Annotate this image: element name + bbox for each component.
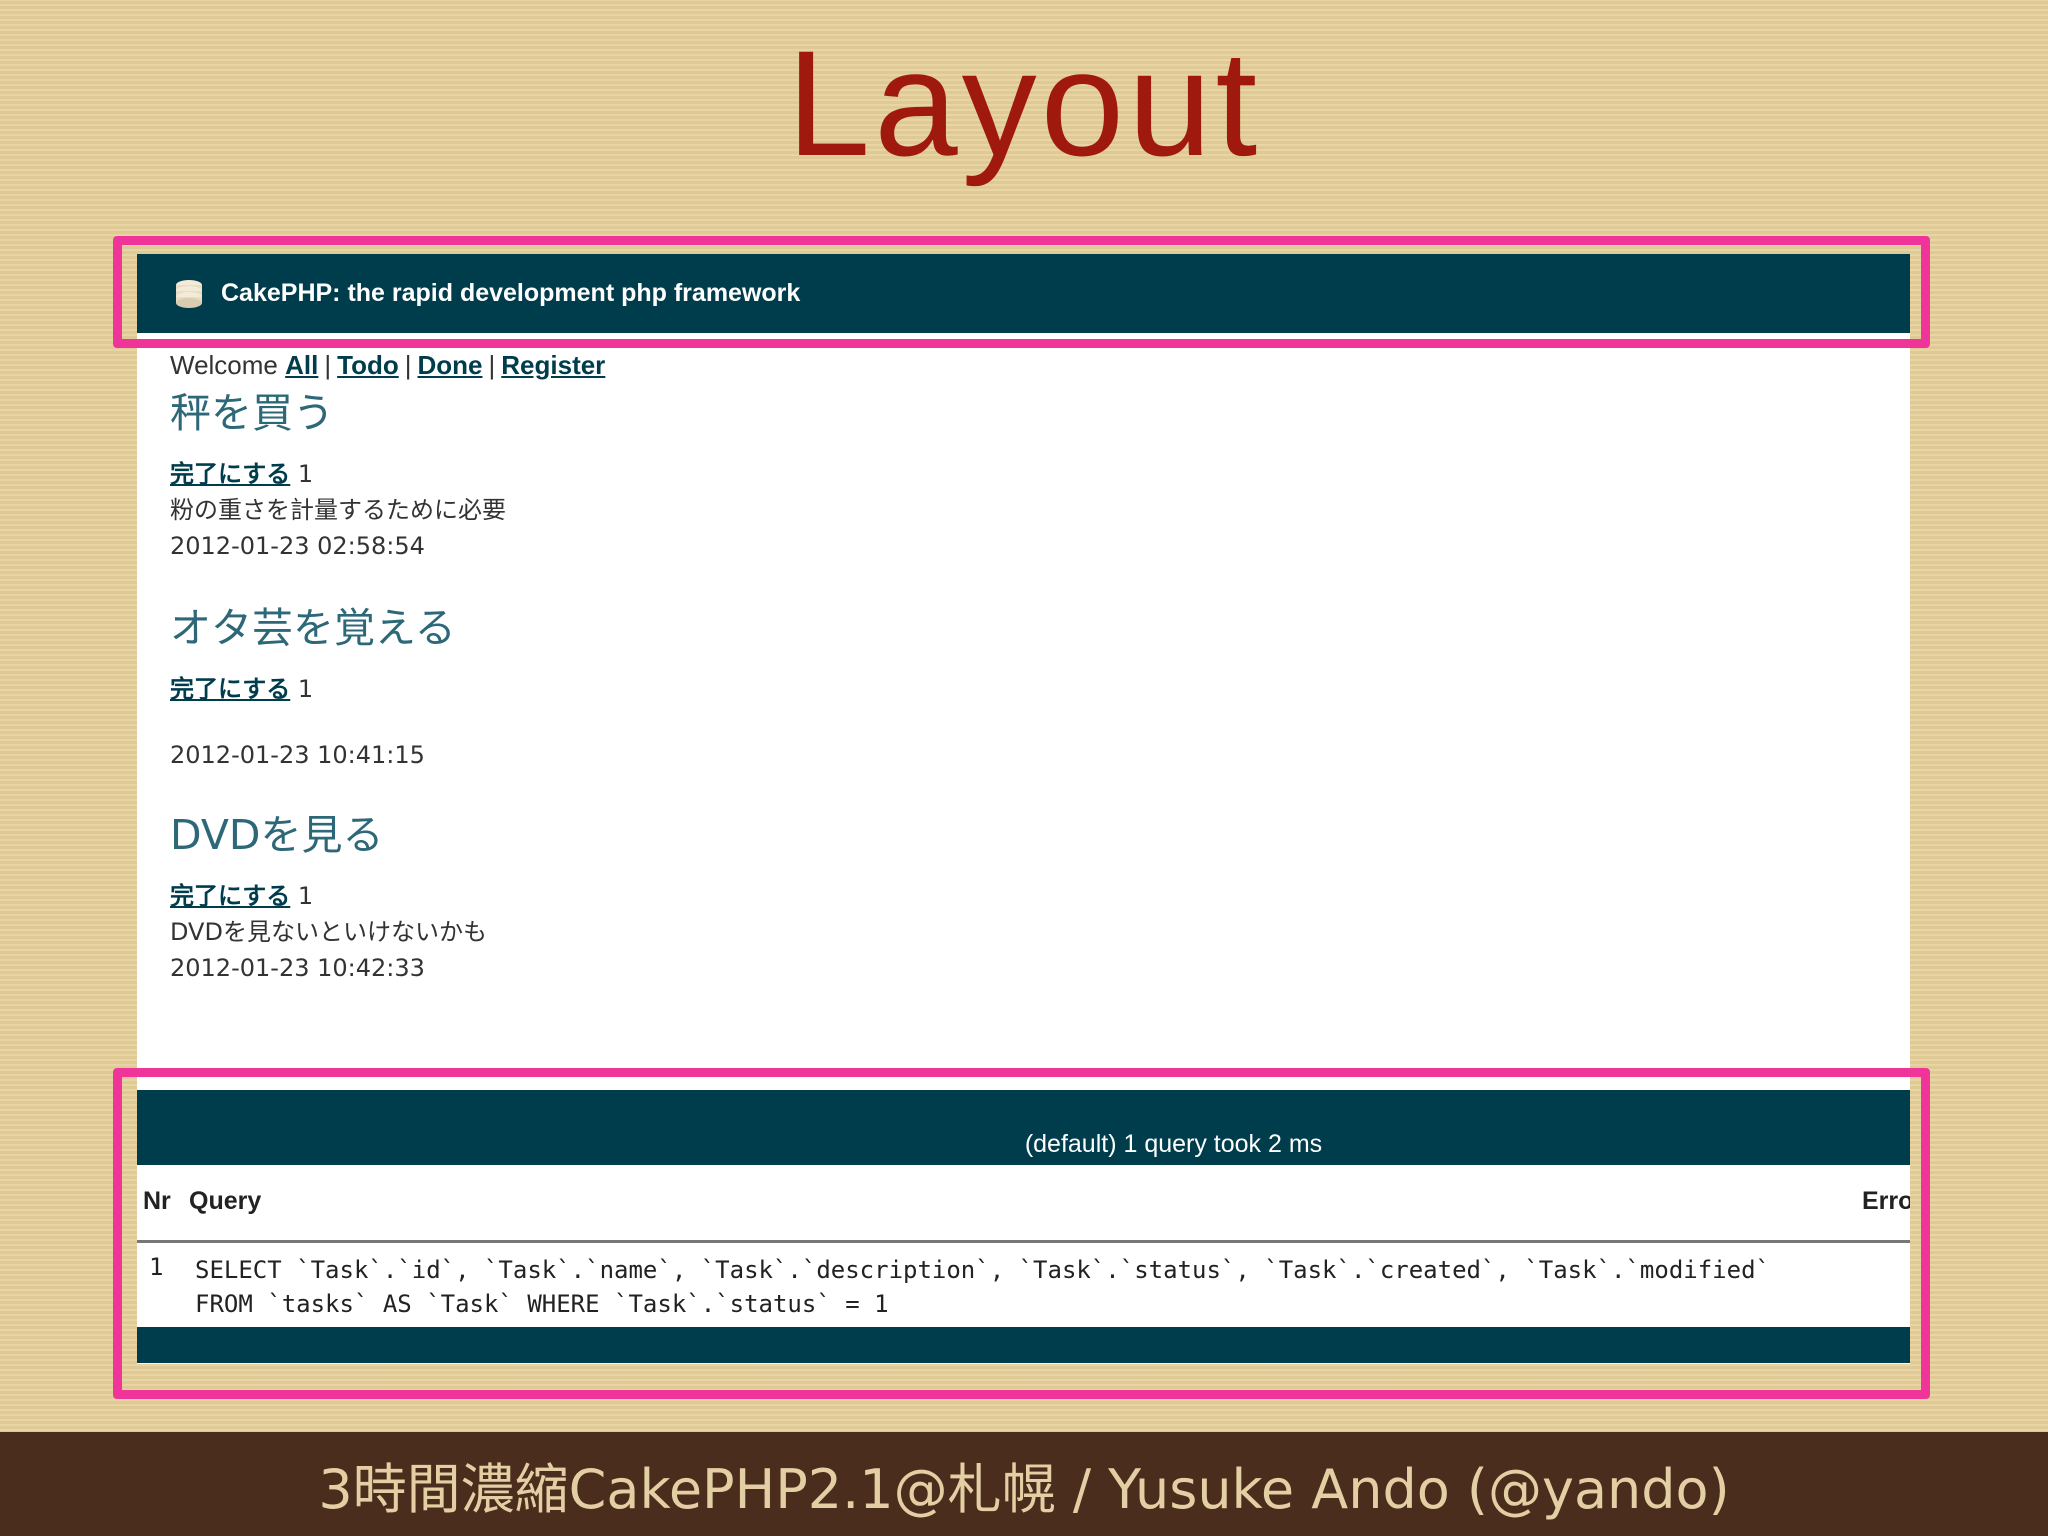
welcome-text: Welcome xyxy=(170,350,278,380)
nav-link-all[interactable]: All xyxy=(285,350,318,380)
task-description xyxy=(170,707,456,737)
task-created: 2012-01-23 10:41:15 xyxy=(170,741,425,769)
slide-title: Layout xyxy=(786,19,1262,187)
task-item: DVDを見る 完了にする 1 DVDを見ないといけないかも 2012-01-23… xyxy=(170,810,487,986)
task-status: 1 xyxy=(297,882,314,910)
task-description: 粉の重さを計量するために必要 xyxy=(170,496,506,524)
header-highlight-frame xyxy=(113,236,1930,348)
slide-footer-text: 3時間濃縮CakePHP2.1@札幌 / Yusuke Ando (@yando… xyxy=(318,1457,1730,1521)
complete-task-link[interactable]: 完了にする xyxy=(170,460,290,488)
task-title: オタ芸を覚える xyxy=(170,604,456,652)
task-title: 秤を買う xyxy=(170,389,334,437)
task-item: 秤を買う 完了にする 1 粉の重さを計量するために必要 2012-01-23 0… xyxy=(170,388,506,564)
task-item: オタ芸を覚える 完了にする 1 2012-01-23 10:41:15 xyxy=(170,603,456,773)
footer-highlight-frame xyxy=(113,1068,1930,1399)
task-status: 1 xyxy=(297,675,314,703)
task-description: DVDを見ないといけないかも xyxy=(170,918,487,946)
task-created: 2012-01-23 02:58:54 xyxy=(170,532,425,560)
nav-link-register[interactable]: Register xyxy=(501,350,605,380)
main-nav: Welcome All | Todo | Done | Register xyxy=(170,350,606,380)
complete-task-link[interactable]: 完了にする xyxy=(170,882,290,910)
task-title: DVDを見る xyxy=(170,811,384,859)
task-status: 1 xyxy=(297,460,314,488)
complete-task-link[interactable]: 完了にする xyxy=(170,675,290,703)
nav-link-todo[interactable]: Todo xyxy=(337,350,399,380)
nav-link-done[interactable]: Done xyxy=(418,350,483,380)
slide-footer: 3時間濃縮CakePHP2.1@札幌 / Yusuke Ando (@yando… xyxy=(0,1432,2048,1536)
task-created: 2012-01-23 10:42:33 xyxy=(170,954,425,982)
